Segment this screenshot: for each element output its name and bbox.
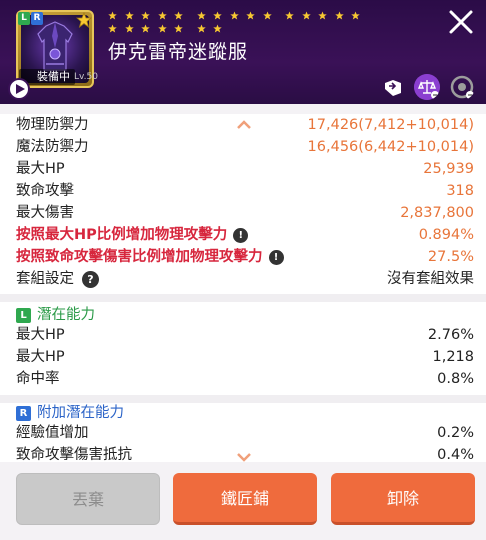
star-icon xyxy=(196,24,206,33)
section-divider xyxy=(0,294,486,302)
stat-label: 物理防禦力 xyxy=(16,117,89,133)
item-header: L R 裝備中 Lv.50 伊克雷帝迷蹤服 xyxy=(0,0,486,104)
set-effect-row: 套組設定? 沒有套組效果 xyxy=(16,268,474,290)
star-icon xyxy=(213,24,222,33)
play-icon xyxy=(16,84,25,94)
stat-value: 2,837,800 xyxy=(400,205,474,221)
potential-r-badge: R xyxy=(31,12,43,25)
stat-value: 17,426(7,412+10,014) xyxy=(307,117,474,133)
potential-label: 最大HP xyxy=(16,349,65,365)
stat-value: 沒有套組效果 xyxy=(387,271,474,287)
potential-badge: L xyxy=(16,307,31,323)
help-icon[interactable]: ? xyxy=(82,270,99,288)
potential-row: 最大HP 2.76% xyxy=(16,324,474,346)
additional-potential-value: 0.4% xyxy=(437,447,474,462)
additional-potential-title: 附加潛在能力 xyxy=(37,405,124,421)
armor-art-icon xyxy=(37,21,73,71)
stat-label: 按照最大HP比例增加物理攻擊力 xyxy=(16,227,228,243)
potential-label: 最大HP xyxy=(16,327,65,343)
additional-potential-label: 經驗值增加 xyxy=(16,425,89,441)
item-level: Lv.50 xyxy=(74,72,98,82)
stat-label: 最大傷害 xyxy=(16,205,74,221)
stat-row: 最大HP 25,939 xyxy=(16,158,474,180)
scroll-down-icon[interactable] xyxy=(236,452,252,462)
stat-value: 25,939 xyxy=(423,161,474,177)
star-icon xyxy=(141,11,150,20)
stat-row: 按照最大HP比例增加物理攻擊力! 0.894% xyxy=(16,224,474,246)
potential-row: 命中率 0.8% xyxy=(16,368,474,390)
star-icon xyxy=(157,11,167,20)
stat-value: 16,456(6,442+10,014) xyxy=(307,139,474,155)
potential-l-badge: L xyxy=(18,12,30,25)
stat-label: 魔法防禦力 xyxy=(16,139,89,155)
star-force-row xyxy=(108,11,370,37)
star-icon xyxy=(213,11,222,20)
potential-value: 0.8% xyxy=(437,371,474,387)
star-icon xyxy=(229,11,239,20)
potential-row: 最大HP 1,218 xyxy=(16,346,474,368)
star-icon xyxy=(174,24,183,33)
additional-potential-header: R 附加潛在能力 xyxy=(16,402,474,424)
star-icon xyxy=(196,11,206,20)
close-icon[interactable] xyxy=(447,8,475,36)
stat-value: 27.5% xyxy=(427,249,474,265)
additional-potential-badge: R xyxy=(16,405,31,421)
stat-row: 魔法防禦力 16,456(6,442+10,014) xyxy=(16,136,474,158)
preview-play-button[interactable] xyxy=(8,78,30,100)
item-name: 伊克雷帝迷蹤服 xyxy=(108,41,249,63)
star-icon xyxy=(157,24,167,33)
discard-button[interactable]: 丟棄 xyxy=(16,473,160,525)
stat-value: 318 xyxy=(446,183,474,199)
star-icon xyxy=(334,11,344,20)
star-icon xyxy=(351,11,360,20)
info-icon[interactable]: ! xyxy=(268,249,284,265)
additional-potential-row: 經驗值增加 0.2% xyxy=(16,422,474,444)
stat-label: 最大HP xyxy=(16,161,65,177)
star-icon xyxy=(124,11,134,20)
star-icon xyxy=(301,11,311,20)
stat-row: 最大傷害 2,837,800 xyxy=(16,202,474,224)
grade-star-icon xyxy=(76,12,92,28)
stat-row: 按照致命攻擊傷害比例增加物理攻擊力! 27.5% xyxy=(16,246,474,268)
item-stat-panel[interactable]: 物理防禦力 17,426(7,412+10,014) 魔法防禦力 16,456(… xyxy=(0,114,486,462)
potential-value: 2.76% xyxy=(427,327,474,343)
potential-label: 命中率 xyxy=(16,371,60,387)
stat-label: 套組設定 xyxy=(16,271,74,287)
stat-label: 按照致命攻擊傷害比例增加物理攻擊力 xyxy=(16,249,263,265)
star-icon xyxy=(262,11,272,20)
lock-icon[interactable] xyxy=(449,74,475,100)
potential-value: 1,218 xyxy=(432,349,474,365)
star-icon xyxy=(285,11,294,20)
potential-header: L 潛在能力 xyxy=(16,304,474,326)
potential-title: 潛在能力 xyxy=(37,307,95,323)
stat-label: 致命攻擊 xyxy=(16,183,74,199)
star-icon xyxy=(141,24,150,33)
additional-potential-value: 0.2% xyxy=(437,425,474,441)
stat-value: 0.894% xyxy=(418,227,474,243)
unequip-button[interactable]: 卸除 xyxy=(331,473,475,525)
additional-potential-label: 致命攻擊傷害抵抗 xyxy=(16,447,132,462)
star-icon xyxy=(108,11,117,20)
star-icon xyxy=(124,24,134,33)
star-icon xyxy=(246,11,255,20)
blacksmith-button[interactable]: 鐵匠鋪 xyxy=(173,473,317,525)
stat-row: 物理防禦力 17,426(7,412+10,014) xyxy=(16,114,474,136)
scale-icon[interactable] xyxy=(414,74,440,100)
transfer-icon[interactable] xyxy=(380,74,406,100)
info-icon[interactable]: ! xyxy=(233,227,249,243)
star-icon xyxy=(108,24,117,33)
star-icon xyxy=(174,11,183,20)
star-icon xyxy=(318,11,327,20)
action-bar: 丟棄 鐵匠鋪 卸除 xyxy=(0,462,486,540)
stat-row: 致命攻擊 318 xyxy=(16,180,474,202)
